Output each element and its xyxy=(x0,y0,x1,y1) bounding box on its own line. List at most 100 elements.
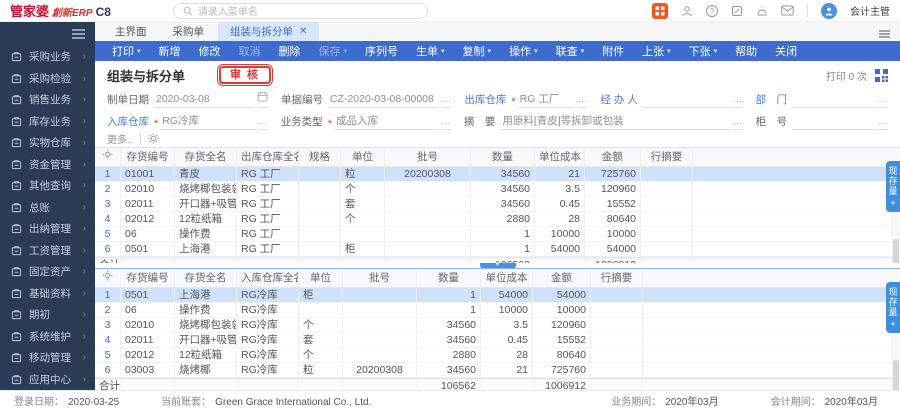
outbound-table-row[interactable]: 5 06 操作费 RG 工厂 1 10000 10000 xyxy=(95,227,900,243)
current-user-label[interactable]: 会计主管 xyxy=(850,3,890,18)
toolbar-button-新增[interactable]: 新增 xyxy=(150,43,190,59)
toolbar-button-复制[interactable]: 复制 ▾ xyxy=(454,43,501,59)
lookup-ellipsis-icon[interactable]: … xyxy=(732,92,743,109)
outbound-table-row[interactable]: 4 02012 12粒纸箱 RG 工厂 个 2880 28 80640 xyxy=(95,212,900,228)
toolbar-button-序列号[interactable]: 序列号 xyxy=(356,43,407,59)
field-value[interactable] xyxy=(792,129,876,131)
inbound-table-row[interactable]: 5 02012 12粒纸箱 RG冷库个 2880 28 80640 xyxy=(95,348,900,364)
sidebar-item-2[interactable]: 采购检验 › xyxy=(0,68,95,90)
field-value[interactable]: 2020-03-08 xyxy=(154,92,255,109)
sidebar-item-4[interactable]: 库存业务 › xyxy=(0,111,95,133)
sidebar-item-15[interactable]: 移动管理 › xyxy=(0,347,95,369)
lookup-ellipsis-icon[interactable]: … xyxy=(732,114,743,131)
outbound-table-row[interactable]: 1 01001 青皮 RG 工厂 粒 20200308 34560 21 725760 xyxy=(95,167,900,183)
cell-unit: 柜 xyxy=(341,242,385,257)
sidebar-item-10[interactable]: 工资管理 › xyxy=(0,240,95,262)
query-icon xyxy=(11,180,22,191)
field-value[interactable]: 成品入库 xyxy=(333,114,439,131)
field-value[interactable]: RG冷库 xyxy=(160,114,256,131)
cell-qty: 1 xyxy=(471,242,535,257)
field-value[interactable]: RG 工厂 xyxy=(517,92,576,109)
alarm-icon[interactable] xyxy=(756,5,768,17)
toolbar-button-生单[interactable]: 生单 ▾ xyxy=(407,43,454,59)
chevron-right-icon: › xyxy=(82,158,86,170)
inbound-table-row[interactable]: 1 0501 上海港 RG冷库柜 1 54000 54000 xyxy=(95,288,900,304)
grid-settings-gear-icon[interactable] xyxy=(95,269,121,288)
scrollbar-thumb[interactable] xyxy=(893,360,899,391)
lookup-ellipsis-icon[interactable]: … xyxy=(878,114,888,131)
sidebar-item-16[interactable]: 应用中心 › xyxy=(0,369,95,391)
app-qr-badge[interactable] xyxy=(652,2,668,19)
sidebar-item-label: 出纳管理 xyxy=(29,223,71,236)
sidebar-item-1[interactable]: 采购业务 › xyxy=(0,46,95,68)
sidebar-collapse-icon[interactable] xyxy=(72,33,85,35)
sidebar-item-8[interactable]: 总账 › xyxy=(0,197,95,219)
help-icon[interactable]: ? xyxy=(706,4,718,17)
tab-2[interactable]: 采购单 xyxy=(161,22,217,41)
toolbar-button-关闭[interactable]: 关闭 xyxy=(766,43,806,59)
calendar-icon[interactable] xyxy=(256,91,268,109)
inbound-table-row[interactable]: 4 02011 开口器+吸管 RG冷库套 34560 0.45 15552 xyxy=(95,333,900,349)
grid-settings-gear-icon[interactable] xyxy=(95,148,121,167)
lookup-ellipsis-icon[interactable]: … xyxy=(878,92,889,109)
tab-3[interactable]: 组装与拆分单 ✕ xyxy=(218,22,320,41)
inventory-panel-tab[interactable]: 现存量 + xyxy=(886,282,900,334)
sidebar-item-3[interactable]: 销售业务 › xyxy=(0,89,95,111)
sidebar-item-12[interactable]: 基础资料 › xyxy=(0,283,95,305)
form-settings-gear-icon[interactable] xyxy=(148,133,159,144)
toolbar-button-保存[interactable]: 保存 ▾ xyxy=(310,43,357,59)
lookup-ellipsis-icon[interactable]: … xyxy=(440,114,451,131)
toolbar-button-帮助[interactable]: 帮助 xyxy=(726,43,766,59)
tab-label: 采购单 xyxy=(172,26,205,38)
cell-cost: 54000 xyxy=(535,242,585,257)
sidebar-item-7[interactable]: 其他查询 › xyxy=(0,175,95,197)
tab-list-icon[interactable] xyxy=(879,26,890,38)
cell-amount: 80640 xyxy=(533,348,591,363)
toolbar-button-上张[interactable]: 上张 ▾ xyxy=(633,43,680,59)
sidebar-item-13[interactable]: 期初 › xyxy=(0,304,95,326)
outbound-table-row[interactable]: 2 02010 烧烤椰包装袋 RG 工厂 个 34560 3.5 120960 xyxy=(95,182,900,198)
lookup-ellipsis-icon[interactable]: … xyxy=(577,92,588,109)
qr-code-icon[interactable] xyxy=(875,68,888,82)
toolbar-button-删除[interactable]: 删除 xyxy=(270,43,310,59)
lookup-ellipsis-icon[interactable]: … xyxy=(441,92,452,109)
cell-name: 上海港 xyxy=(175,242,237,257)
sidebar-item-6[interactable]: 资金管理 › xyxy=(0,154,95,176)
more-fields-link[interactable]: 更多.. xyxy=(107,131,133,146)
sidebar-item-14[interactable]: 系统维护 › xyxy=(0,326,95,348)
tab-close-icon[interactable]: ✕ xyxy=(299,26,307,37)
toolbar-button-联查[interactable]: 联查 ▾ xyxy=(547,43,594,59)
sidebar-item-9[interactable]: 出纳管理 › xyxy=(0,218,95,240)
inbound-table-row[interactable]: 3 02010 烧烤椰包装袋 RG冷库个 34560 3.5 120960 xyxy=(95,318,900,334)
menu-search-input[interactable]: 请录入菜单名 xyxy=(172,2,428,19)
inbound-table-row[interactable]: 6 03003 烧烤椰 RG冷库粒 20200308 34560 21 725760 xyxy=(95,363,900,379)
field-value[interactable] xyxy=(642,107,731,109)
cell-name: 开口器+吸管 xyxy=(175,333,237,348)
toolbar-button-下张[interactable]: 下张 ▾ xyxy=(680,43,727,59)
toolbar-button-取消[interactable]: 取消 xyxy=(230,43,270,59)
tab-1[interactable]: 主界面 xyxy=(103,22,159,41)
field-value[interactable]: CZ-2020-03-08-00008 xyxy=(327,92,440,109)
field-value[interactable] xyxy=(791,107,877,109)
user-icon[interactable] xyxy=(681,5,693,17)
outbound-table-row[interactable]: 6 0501 上海港 RG 工厂柜 1 54000 54000 xyxy=(95,242,900,258)
field-value[interactable]: 用原料[青皮]等拆卸或包装 xyxy=(500,114,731,131)
toolbar-button-附件[interactable]: 附件 xyxy=(593,43,633,59)
field-经办人: 经 办 人… xyxy=(600,92,743,109)
status-item-3: 业务期间： 2020年03月 xyxy=(611,393,718,408)
cell-name: 上海港 xyxy=(175,288,237,303)
cell-wh: RG冷库 xyxy=(237,333,299,348)
note-icon[interactable] xyxy=(731,5,743,17)
toolbar-button-打印[interactable]: 打印 ▾ xyxy=(103,43,150,59)
inbound-table-row[interactable]: 2 06 操作费 RG冷库 1 10000 10000 xyxy=(95,303,900,319)
inventory-panel-tab[interactable]: 现存量 + xyxy=(886,161,900,213)
lookup-ellipsis-icon[interactable]: … xyxy=(257,114,268,131)
scrollbar-thumb[interactable] xyxy=(893,239,899,263)
mail-icon[interactable] xyxy=(781,5,794,16)
outbound-table-row[interactable]: 3 02011 开口器+吸管 RG 工厂 套 34560 0.45 15552 xyxy=(95,197,900,213)
sidebar-item-11[interactable]: 固定资产 › xyxy=(0,261,95,283)
sidebar-item-5[interactable]: 实物仓库 › xyxy=(0,132,95,154)
toolbar-button-修改[interactable]: 修改 xyxy=(190,43,230,59)
toolbar-button-操作[interactable]: 操作 ▾ xyxy=(500,43,547,59)
user-avatar[interactable] xyxy=(821,2,837,19)
